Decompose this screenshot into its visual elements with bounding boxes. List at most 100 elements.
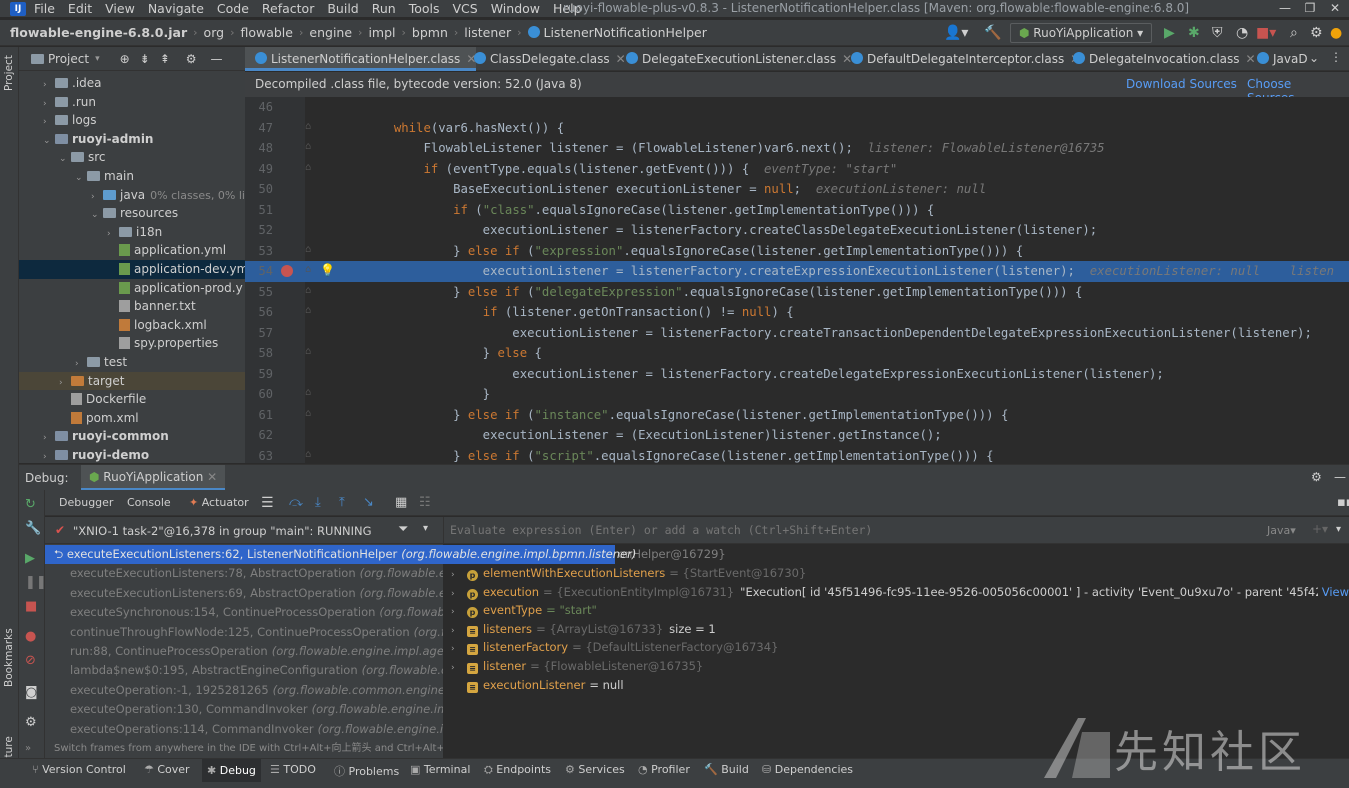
fold-marker-icon[interactable]: ⌂ [301,162,311,173]
evaluate-expression-input[interactable] [450,521,1250,539]
code-line[interactable]: if (listener.getOnTransaction() != null)… [305,302,794,323]
fold-marker-icon[interactable]: ⌂ [301,121,311,132]
tree-item[interactable]: pom.xml [19,409,245,428]
vcs-user-icon[interactable]: 👤▾ [944,24,968,42]
fold-marker-icon[interactable]: ⌂ [301,244,311,255]
chevron-down-icon[interactable]: ▾ [95,54,100,64]
variable-row[interactable]: › ≡ listeners = {ArrayList@16733} size = 1 [443,620,1349,639]
variable-row[interactable]: ≡ executionListener = null [443,676,1349,695]
tool-todo[interactable]: ☰ TODO [270,763,316,776]
fold-marker-icon[interactable]: ⌂ [301,141,311,152]
tool-build[interactable]: 🔨 Build [704,763,749,776]
search-everywhere-icon[interactable]: ⌕ [1290,24,1298,42]
bookmarks-tool-button[interactable]: Bookmarks [3,628,15,687]
tree-item[interactable]: ⌄ ruoyi-admin [19,130,245,149]
fold-marker-icon[interactable]: ⌂ [301,346,311,357]
more-options-icon[interactable]: ⋮ [1330,50,1342,64]
step-over-icon[interactable]: ⤼ [289,490,303,516]
tool-profiler[interactable]: ◔ Profiler [638,763,690,776]
hide-panel-icon[interactable]: — [1334,470,1346,484]
trace-icon[interactable]: ☷ [419,490,431,516]
breakpoint-icon[interactable] [281,265,293,277]
expand-all-icon[interactable]: ⇟ [140,52,150,66]
view-breakpoints-icon[interactable]: ● [25,630,36,644]
build-hammer-icon[interactable]: 🔨 [984,24,1001,42]
variable-row[interactable]: › p eventType = "start" [443,601,1349,620]
tool-services[interactable]: ⚙ Services [565,763,625,776]
tree-item[interactable]: application-prod.y [19,279,245,298]
resume-icon[interactable]: ▶ [25,552,35,566]
stack-frame[interactable]: executeSynchronous:154, ContinueProcessO… [45,603,443,622]
settings-gear-icon[interactable]: ⚙ [1310,24,1323,42]
chevron-down-icon[interactable]: ▾ [423,523,428,534]
menu-file[interactable]: File [34,1,55,16]
project-panel-title[interactable]: Project [48,52,89,66]
menu-build[interactable]: Build [327,1,358,16]
run-icon[interactable]: ▶ [1164,24,1175,42]
breadcrumb-item[interactable]: org [204,25,225,40]
stack-frame[interactable]: executeOperations:114, CommandInvoker (or… [45,720,443,739]
fold-marker-icon[interactable]: ⌂ [301,305,311,316]
code-editor[interactable]: 46 47 ⌂ 48 ⌂ 49 ⌂ 50 51 52 53 ⌂ 54 ⌂ 55 ⌂ 56 ⌂ 57 58 ⌂ 59 60 ⌂ 6… [245,97,1349,463]
tree-item[interactable]: › test [19,353,245,372]
code-line[interactable]: executionListener = listenerFactory.crea… [305,364,1164,385]
tool-version-control[interactable]: ⑂ Version Control [32,763,126,776]
editor-tab[interactable]: DelegateExecutionListener.class ✕ [616,47,852,71]
code-line[interactable]: executionListener = (ExecutionListener)l… [305,425,942,446]
tree-item[interactable]: banner.txt [19,297,245,316]
stack-frame[interactable]: executeExecutionListeners:78, AbstractOp… [45,564,443,583]
pause-icon[interactable]: ❚❚ [25,576,47,590]
current-execution-line[interactable]: executionListener = listenerFactory.crea… [245,261,1349,282]
hide-panel-icon[interactable]: — [211,52,223,66]
tree-item[interactable]: spy.properties [19,334,245,353]
modify-config-icon[interactable]: 🔧 [25,522,41,536]
stack-frame[interactable]: continueThroughFlowNode:125, ContinuePro… [45,623,443,642]
run-configuration-select[interactable]: ⬢ RuoYiApplication ▾ [1010,23,1152,43]
tool-problems[interactable]: ⓘ Problems [334,763,399,779]
tree-item[interactable]: › ruoyi-demo [19,446,245,463]
debug-bug-icon[interactable]: ✱ [1188,24,1200,42]
chevron-down-icon[interactable]: ⌄ [1309,51,1319,65]
fold-marker-icon[interactable]: ⌂ [301,264,311,275]
intention-bulb-icon[interactable]: 💡 [320,263,335,277]
code-line[interactable]: FlowableListener listener = (FlowableLis… [305,138,1104,159]
layout-menu-icon[interactable]: ☰ [261,490,274,516]
stop-icon[interactable]: ■▾ [1256,24,1276,42]
stack-frame[interactable]: run:88, ContinueProcessOperation (org.flo… [45,642,443,661]
tool-endpoints[interactable]: ⛭ Endpoints [484,763,551,777]
breadcrumb-item[interactable]: impl [368,25,395,40]
editor-tab[interactable]: DelegateInvocation.class ✕ [1063,47,1256,71]
editor-tab[interactable]: DefaultDelegateInterceptor.class✕ [841,47,1080,71]
stack-frame[interactable]: executeOperation:-1, 1925281265 (org.flow… [45,681,443,700]
editor-tab[interactable]: ListenerNotificationHelper.class ✕ [245,47,477,71]
close-window-button[interactable]: ✕ [1320,0,1349,17]
filter-icon[interactable]: ⏷ [398,522,408,537]
tree-item[interactable]: Dockerfile [19,390,245,409]
variable-row[interactable]: › p execution = {ExecutionEntityImpl@16731}… [443,582,1349,602]
fold-marker-icon[interactable]: ⌂ [301,285,311,296]
menu-view[interactable]: View [105,1,135,16]
breadcrumb-item[interactable]: ListenerNotificationHelper [527,25,707,40]
tree-item[interactable]: ⌄ resources [19,204,245,223]
stack-frame[interactable]: lambda$new$0:195, AbstractEngineConfigur… [45,661,443,680]
tree-item[interactable]: › target [19,371,245,391]
project-tool-button[interactable]: Project [3,55,15,91]
fold-marker-icon[interactable]: ⌂ [301,449,311,460]
breadcrumb-item[interactable]: engine [309,25,352,40]
fold-marker-icon[interactable]: ⌂ [301,408,311,419]
menu-window[interactable]: Window [491,1,540,16]
variable-row[interactable]: › ≡ listener = {FlowableListener@16735} [443,657,1349,676]
breadcrumb-item[interactable]: flowable-engine-6.8.0.jar [10,25,187,40]
editor-tab[interactable]: ClassDelegate.class ✕ [464,47,626,71]
tree-item[interactable]: ⌄ main [19,167,245,186]
tree-item[interactable]: › .run [19,93,245,112]
tree-item[interactable]: › java 0% classes, 0% lir [19,186,245,205]
collapse-all-icon[interactable]: ⇞ [160,52,170,66]
download-sources-link[interactable]: Download Sources [1126,77,1237,91]
language-select[interactable]: Java▾ [1267,524,1296,537]
menu-run[interactable]: Run [372,1,396,16]
tab-actuator[interactable]: ✦ Actuator [189,490,249,516]
menu-vcs[interactable]: VCS [453,1,478,16]
add-watch-icon[interactable]: +▾ [1312,522,1328,536]
code-line[interactable]: executionListener = listenerFactory.crea… [305,323,1312,344]
